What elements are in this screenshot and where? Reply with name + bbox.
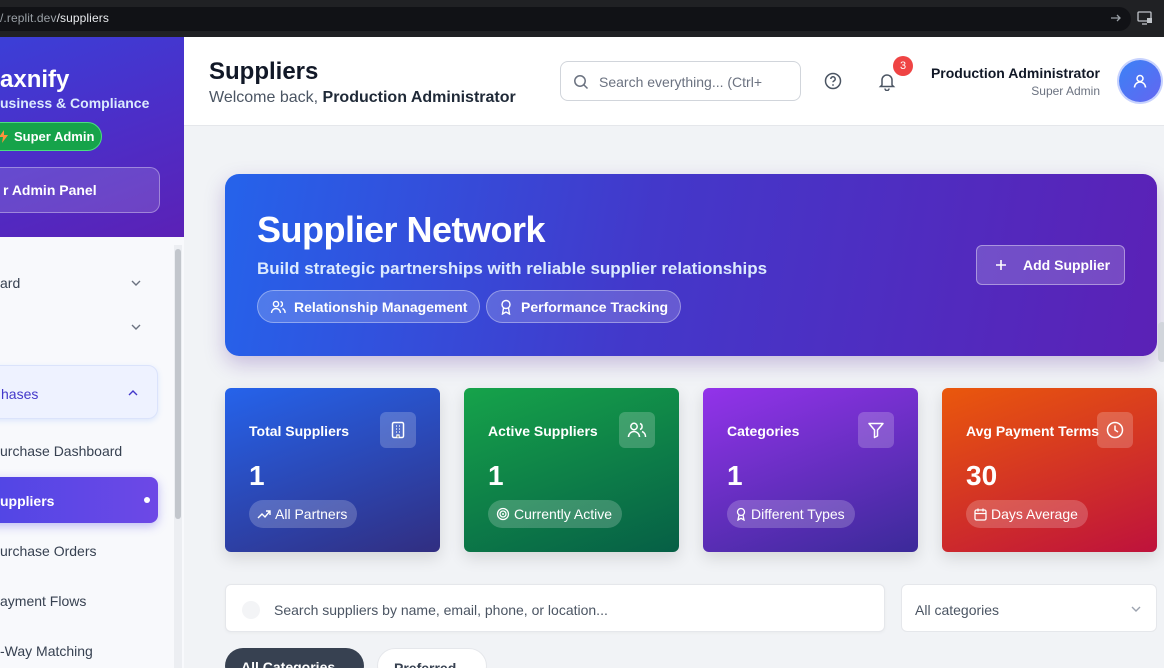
stat-value: 1 — [727, 460, 743, 491]
sidebar-item-label: hases — [1, 386, 39, 402]
brand-name: axnify — [0, 66, 70, 93]
arrow-right-icon[interactable] — [1110, 12, 1122, 24]
search-icon — [242, 601, 260, 619]
stat-card-categories: Categories 1 Different Types — [703, 388, 918, 552]
global-search-input[interactable] — [599, 71, 794, 93]
plus-icon — [996, 260, 1006, 270]
tab-preferred[interactable]: Preferred (1) — [377, 648, 487, 668]
avatar[interactable] — [1119, 60, 1161, 102]
welcome-text: Welcome back, Production Administrator — [209, 89, 516, 106]
sidebar-item-label: ard — [0, 275, 21, 291]
global-search[interactable] — [560, 61, 801, 101]
user-role: Super Admin — [1031, 84, 1100, 98]
stat-label: Active Suppliers — [488, 423, 598, 439]
sidebar-subitem-way-matching[interactable]: -Way Matching — [0, 643, 93, 659]
add-supplier-label: Add Supplier — [1023, 257, 1111, 273]
stat-value: 1 — [249, 460, 265, 491]
supplier-search-input[interactable]: Search suppliers by name, email, phone, … — [225, 584, 885, 632]
chevron-down-icon — [1131, 606, 1141, 612]
stat-tag-label: Different Types — [751, 506, 845, 522]
hero-banner: Supplier Network Build strategic partner… — [225, 174, 1157, 356]
role-badge: Super Admin — [0, 122, 102, 151]
stat-label: Avg Payment Terms — [966, 423, 1100, 439]
sidebar-subitem-purchase-orders[interactable]: urchase Orders — [0, 543, 96, 559]
stat-card-total-suppliers: Total Suppliers 1 All Partners — [225, 388, 440, 552]
add-supplier-button[interactable]: Add Supplier — [976, 245, 1125, 285]
stat-tag: Currently Active — [488, 500, 623, 528]
chip-label: Performance Tracking — [521, 298, 669, 315]
stat-tag-label: Currently Active — [514, 506, 613, 522]
chip-performance-tracking: Performance Tracking — [486, 290, 682, 323]
sidebar-item-dashboard[interactable]: ard — [0, 275, 160, 291]
users-icon — [619, 412, 655, 448]
chip-relationship-management: Relationship Management — [257, 290, 481, 323]
users-icon — [270, 300, 286, 313]
page-title: Suppliers — [209, 58, 319, 85]
url-text[interactable]: /.replit.dev/suppliers — [0, 11, 109, 25]
cast-icon[interactable] — [1137, 11, 1153, 25]
target-icon — [496, 507, 510, 521]
page-scrollbar-thumb[interactable] — [1158, 322, 1164, 362]
stat-value: 30 — [966, 460, 998, 491]
stat-tag-label: Days Average — [991, 506, 1078, 522]
sidebar-subitem-suppliers[interactable]: uppliers — [0, 477, 158, 523]
search-icon — [574, 75, 589, 90]
filter-icon — [858, 412, 894, 448]
stat-label: Categories — [727, 423, 800, 439]
stat-tag-label: All Partners — [275, 506, 348, 522]
bolt-icon — [0, 130, 8, 143]
category-select-value: All categories — [915, 602, 1000, 618]
chevron-up-icon — [128, 390, 138, 396]
chip-label: Relationship Management — [294, 298, 468, 315]
calendar-icon — [974, 508, 987, 521]
sidebar-subitem-purchase-dashboard[interactable]: urchase Dashboard — [0, 443, 122, 459]
stat-tag: All Partners — [249, 500, 358, 528]
sidebar-subitem-label: uppliers — [0, 493, 55, 509]
stat-card-active-suppliers: Active Suppliers 1 Currently Active — [464, 388, 679, 552]
top-header: Suppliers Welcome back, Production Admin… — [184, 37, 1164, 126]
active-indicator-dot — [144, 497, 150, 503]
user-name: Production Administrator — [930, 65, 1100, 81]
address-bar[interactable] — [0, 7, 1131, 31]
admin-panel-button[interactable]: r Admin Panel — [0, 167, 160, 213]
bell-icon[interactable] — [877, 71, 897, 91]
award-icon — [736, 507, 746, 521]
stat-tag: Different Types — [727, 500, 855, 528]
trending-up-icon — [257, 510, 271, 519]
building-icon — [380, 412, 416, 448]
stat-tag: Days Average — [966, 500, 1088, 528]
award-icon — [501, 299, 511, 315]
stat-label: Total Suppliers — [249, 423, 350, 439]
sidebar-scrollbar-thumb[interactable] — [175, 249, 181, 519]
category-select[interactable]: All categories — [901, 584, 1157, 632]
role-badge-label: Super Admin — [14, 129, 95, 144]
sidebar-subitem-payment-flows[interactable]: ayment Flows — [0, 593, 86, 609]
chevron-down-icon — [131, 280, 141, 286]
sidebar-header: axnify usiness & Compliance Super Admin … — [0, 37, 184, 237]
stat-card-avg-payment-terms: Avg Payment Terms 30 Days Average — [942, 388, 1157, 552]
user-icon — [1133, 74, 1147, 88]
supplier-search-placeholder: Search suppliers by name, email, phone, … — [274, 602, 608, 618]
chevron-down-icon — [131, 324, 141, 330]
sidebar-item-purchases[interactable]: hases — [0, 365, 158, 419]
notification-badge: 3 — [893, 56, 913, 76]
hero-subtitle: Build strategic partnerships with reliab… — [257, 259, 768, 278]
browser-toolbar: /.replit.dev/suppliers — [0, 0, 1164, 37]
tab-all-categories[interactable]: All Categories (1) — [225, 648, 364, 668]
hero-title: Supplier Network — [257, 209, 546, 250]
brand-subtitle: usiness & Compliance — [0, 95, 150, 111]
sidebar: axnify usiness & Compliance Super Admin … — [0, 37, 184, 668]
clock-icon — [1097, 412, 1133, 448]
stat-value: 1 — [488, 460, 504, 491]
help-icon[interactable] — [824, 72, 842, 90]
